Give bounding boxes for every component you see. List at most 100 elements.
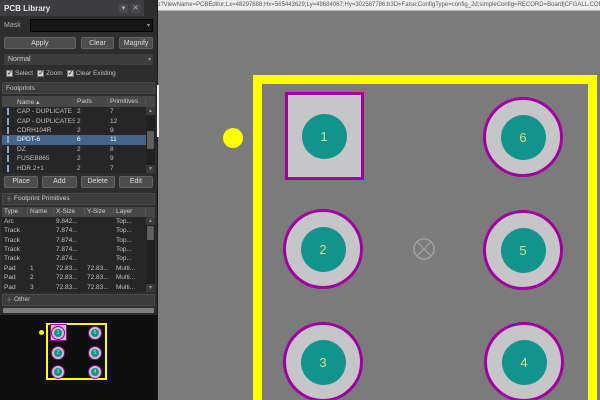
chevron-down-icon: ▾ bbox=[147, 20, 150, 32]
primitive-x-size: 72.83... bbox=[54, 284, 85, 291]
footprint-row[interactable]: CAP - DUPLICATES212 bbox=[2, 116, 155, 125]
footprint-name: DPDT-6 bbox=[15, 136, 75, 143]
footprint-icon bbox=[7, 146, 9, 153]
footprints-table: Name ▴ Pads Primitives CAP - DUPLICATE27… bbox=[2, 96, 155, 173]
scroll-down-icon[interactable]: ▼ bbox=[146, 284, 155, 292]
primitive-row[interactable]: Track7.874...Top... bbox=[2, 254, 155, 263]
footprint-row[interactable]: CDRH104R29 bbox=[2, 126, 155, 135]
column-layer[interactable]: Layer bbox=[114, 208, 146, 215]
mask-dropdown[interactable]: ▾ bbox=[30, 19, 153, 32]
scrollbar-thumb[interactable] bbox=[147, 226, 154, 240]
primitive-row[interactable]: Arc9.842...Top... bbox=[2, 217, 155, 226]
primitive-row[interactable]: Pad172.83...72.83...Multi... bbox=[2, 264, 155, 273]
apply-button[interactable]: Apply bbox=[4, 37, 76, 49]
footprint-name: CAP - DUPLICATES bbox=[15, 118, 75, 125]
footprint-primitives-count: 9 bbox=[108, 155, 146, 162]
pad-3[interactable]: 3 bbox=[283, 322, 363, 400]
edit-button[interactable]: Edit bbox=[119, 176, 153, 188]
application-window: cbLib?ViewName=PCBEditor;Lx=48297888;Hx=… bbox=[0, 0, 600, 400]
column-prim-name[interactable]: Name bbox=[28, 208, 54, 215]
scrollbar-thumb[interactable] bbox=[147, 131, 154, 149]
pad-number: 6 bbox=[519, 130, 526, 145]
primitive-row[interactable]: Pad372.83...72.83...Multi... bbox=[2, 282, 155, 291]
pad-1[interactable]: 1 bbox=[285, 92, 364, 180]
column-name[interactable]: Name ▴ bbox=[15, 98, 75, 106]
footprint-row[interactable]: FUSEB86529 bbox=[2, 154, 155, 163]
primitives-section-header[interactable]: ＋ Footprint Primitives bbox=[2, 193, 155, 205]
pad-hole: 1 bbox=[302, 114, 347, 159]
checkbox-box[interactable]: ✓ bbox=[67, 70, 74, 77]
footprint-row[interactable]: CAP - DUPLICATE27 bbox=[2, 107, 155, 116]
footprint-name: CDRH104R bbox=[15, 127, 75, 134]
footprint-name: HDR 2+1 bbox=[15, 165, 75, 172]
checkbox-box[interactable]: ✓ bbox=[37, 70, 44, 77]
primitives-table: Type Name X-Size Y-Size Layer Arc9.842..… bbox=[2, 207, 155, 292]
footprint-row[interactable]: DZ28 bbox=[2, 145, 155, 154]
clear-button[interactable]: Clear bbox=[81, 37, 115, 49]
pin-icon[interactable]: ▾ bbox=[119, 4, 128, 13]
primitive-row[interactable]: Track7.874...Top... bbox=[2, 236, 155, 245]
pad-hole: 2 bbox=[301, 227, 346, 272]
footprints-section-label: Footprints bbox=[6, 85, 35, 92]
panel-resize-handle[interactable] bbox=[157, 85, 159, 137]
pad-6[interactable]: 6 bbox=[483, 97, 563, 177]
preview-pad-4: 4 bbox=[88, 365, 102, 379]
footprint-primitives-count: 11 bbox=[108, 136, 146, 143]
preview-pad-hole: 2 bbox=[54, 349, 62, 357]
checkbox-zoom[interactable]: ✓Zoom bbox=[37, 70, 63, 77]
primitive-row[interactable]: Track7.874...Top... bbox=[2, 226, 155, 235]
pad-2[interactable]: 2 bbox=[283, 209, 363, 289]
scroll-up-icon[interactable]: ▲ bbox=[146, 217, 155, 225]
primitive-y-size: 72.83... bbox=[85, 284, 114, 291]
magnify-button[interactable]: Magnify bbox=[119, 37, 153, 49]
footprints-table-body: CAP - DUPLICATE27CAP - DUPLICATES212CDRH… bbox=[2, 107, 155, 173]
status-bar: cbLib?ViewName=PCBEditor;Lx=48297888;Hx=… bbox=[144, 0, 600, 11]
preview-origin-dot bbox=[39, 330, 44, 335]
footprints-scrollbar[interactable]: ▲ ▼ bbox=[146, 107, 155, 173]
scroll-up-icon[interactable]: ▲ bbox=[146, 107, 155, 115]
footprint-pads-count: 2 bbox=[75, 118, 108, 125]
pad-4[interactable]: 4 bbox=[484, 322, 564, 400]
footprint-icon bbox=[7, 136, 9, 143]
preview-pad-hole: 6 bbox=[91, 329, 99, 337]
footprint-primitives-count: 8 bbox=[108, 146, 146, 153]
pad-hole: 4 bbox=[502, 340, 547, 385]
column-type[interactable]: Type bbox=[2, 208, 28, 215]
primitive-x-size: 72.83... bbox=[54, 265, 85, 272]
preview-splitter[interactable] bbox=[3, 308, 154, 313]
footprint-row[interactable]: DPDT-6611 bbox=[2, 135, 155, 144]
pcb-canvas[interactable]: 1 2 3 4 5 6 bbox=[160, 11, 600, 400]
column-y-size[interactable]: Y-Size bbox=[85, 208, 114, 215]
column-primitives[interactable]: Primitives bbox=[108, 98, 146, 105]
preview-pad-5: 5 bbox=[88, 346, 102, 360]
primitive-x-size: 7.874... bbox=[54, 246, 85, 253]
delete-button[interactable]: Delete bbox=[81, 176, 115, 188]
primitive-row[interactable]: Pad272.83...72.83...Multi... bbox=[2, 273, 155, 282]
preview-pad-6: 6 bbox=[88, 326, 102, 340]
panel-title: PCB Library bbox=[4, 4, 116, 13]
checkbox-clear-existing[interactable]: ✓Clear Existing bbox=[67, 70, 116, 77]
primitives-scrollbar[interactable]: ▲ ▼ bbox=[146, 217, 155, 292]
checkbox-select[interactable]: ✓Select bbox=[6, 70, 33, 77]
scroll-down-icon[interactable]: ▼ bbox=[146, 165, 155, 173]
view-mode-dropdown[interactable]: Normal ▾ bbox=[3, 53, 154, 66]
primitive-layer: Top... bbox=[114, 246, 146, 253]
checkbox-box[interactable]: ✓ bbox=[6, 70, 13, 77]
column-pads[interactable]: Pads bbox=[75, 98, 108, 105]
add-button[interactable]: Add bbox=[42, 176, 76, 188]
pad-number: 5 bbox=[519, 243, 526, 258]
preview-pad-1: 1 bbox=[51, 326, 65, 340]
checkbox-label: Clear Existing bbox=[76, 70, 116, 77]
place-button[interactable]: Place bbox=[4, 176, 38, 188]
footprint-pads-count: 2 bbox=[75, 108, 108, 115]
footprint-preview[interactable]: 123456 bbox=[0, 315, 157, 400]
primitives-table-header: Type Name X-Size Y-Size Layer bbox=[2, 207, 155, 217]
pad-5[interactable]: 5 bbox=[483, 210, 563, 290]
primitive-row[interactable]: Track7.874...Top... bbox=[2, 245, 155, 254]
footprint-icon bbox=[7, 118, 9, 125]
close-icon[interactable]: ✕ bbox=[131, 4, 140, 13]
column-x-size[interactable]: X-Size bbox=[54, 208, 85, 215]
footprint-row[interactable]: HDR 2+127 bbox=[2, 163, 155, 172]
primitives-section-label: Footprint Primitives bbox=[14, 195, 70, 202]
other-section-header[interactable]: ＋ Other bbox=[2, 294, 155, 306]
